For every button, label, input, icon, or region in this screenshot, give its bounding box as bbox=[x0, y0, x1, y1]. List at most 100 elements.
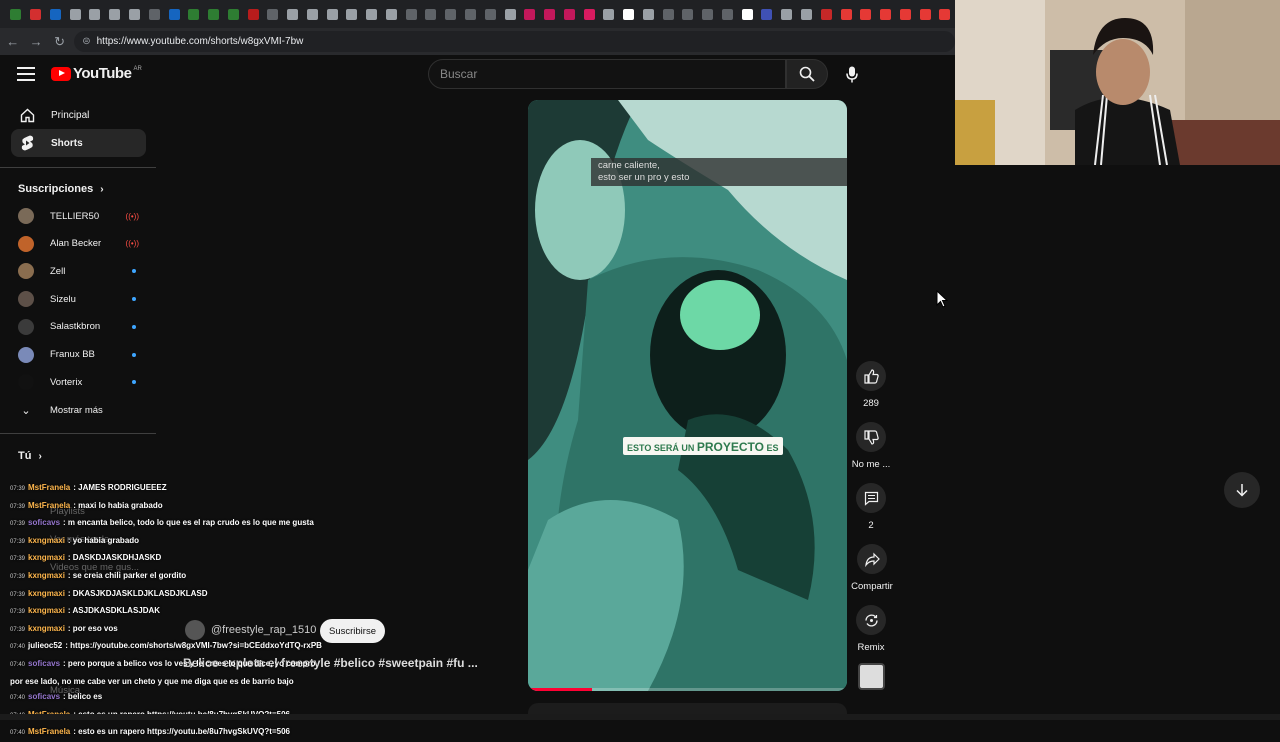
chat-time: 07:39 bbox=[10, 573, 26, 580]
browser-tab[interactable] bbox=[302, 0, 322, 28]
browser-tab[interactable] bbox=[6, 0, 26, 28]
tab-favicon-icon bbox=[623, 8, 635, 20]
forward-icon[interactable]: → bbox=[25, 34, 46, 49]
channel-avatar bbox=[18, 346, 34, 363]
browser-tab[interactable] bbox=[164, 0, 184, 28]
browser-tab[interactable] bbox=[362, 0, 382, 28]
browser-tab[interactable] bbox=[441, 0, 461, 28]
browser-tab[interactable] bbox=[599, 0, 619, 28]
browser-tab[interactable] bbox=[915, 0, 935, 28]
comments-button[interactable]: 2 bbox=[850, 483, 892, 531]
sidebar-subscription[interactable]: Alan Becker ((•)) bbox=[18, 233, 146, 255]
voice-search-button[interactable] bbox=[838, 59, 866, 89]
sidebar-subscription[interactable]: Salastkbron bbox=[18, 316, 146, 338]
browser-tab[interactable] bbox=[144, 0, 164, 28]
browser-tab[interactable] bbox=[382, 0, 402, 28]
browser-tab[interactable] bbox=[125, 0, 145, 28]
browser-tab[interactable] bbox=[757, 0, 777, 28]
browser-tab[interactable] bbox=[46, 0, 66, 28]
tab-favicon-icon bbox=[919, 8, 931, 20]
channel-avatar[interactable] bbox=[858, 663, 885, 690]
browser-tab[interactable] bbox=[480, 0, 500, 28]
chat-time: 07:39 bbox=[10, 591, 26, 598]
sidebar-subscription[interactable]: TELLIER50 ((•)) bbox=[18, 205, 146, 227]
browser-tab[interactable] bbox=[816, 0, 836, 28]
video-progress-bar[interactable] bbox=[528, 688, 847, 691]
chat-text: : JAMES RODRIGUEEEZ bbox=[73, 483, 167, 492]
show-more-button[interactable]: ⌄ Mostrar más bbox=[18, 399, 146, 421]
browser-tab[interactable] bbox=[520, 0, 540, 28]
browser-tab[interactable] bbox=[895, 0, 915, 28]
sidebar-subscription[interactable]: Sizelu bbox=[18, 288, 146, 310]
sidebar-subscription[interactable]: Vorterix bbox=[18, 371, 146, 393]
short-video-player[interactable]: carne caliente, esto ser un pro y esto E… bbox=[528, 100, 847, 691]
next-short-button[interactable] bbox=[1224, 472, 1260, 508]
browser-tab[interactable] bbox=[777, 0, 797, 28]
browser-tab[interactable] bbox=[342, 0, 362, 28]
video-caption-top: carne caliente, esto ser un pro y esto bbox=[591, 158, 847, 186]
chat-username: soficavs bbox=[28, 518, 61, 528]
like-button[interactable]: 289 bbox=[850, 361, 892, 409]
sidebar-subscription[interactable]: Zell bbox=[18, 260, 146, 282]
tab-favicon-icon bbox=[208, 8, 220, 20]
search-input[interactable]: Buscar bbox=[428, 59, 786, 89]
browser-tab[interactable] bbox=[401, 0, 421, 28]
browser-tab[interactable] bbox=[737, 0, 757, 28]
chat-text: : ASJDKASDKLASJDAK bbox=[67, 606, 161, 616]
browser-tab[interactable] bbox=[797, 0, 817, 28]
browser-tab[interactable] bbox=[619, 0, 639, 28]
remix-button[interactable]: Remix bbox=[850, 605, 892, 653]
share-button[interactable]: Compartir bbox=[846, 544, 898, 592]
browser-tab[interactable] bbox=[540, 0, 560, 28]
back-icon[interactable]: ← bbox=[2, 34, 23, 49]
tab-favicon-icon bbox=[721, 8, 733, 20]
subscription-name: Vorterix bbox=[50, 376, 83, 388]
browser-tab[interactable] bbox=[204, 0, 224, 28]
browser-tab[interactable] bbox=[658, 0, 678, 28]
url-text: https://www.youtube.com/shorts/w8gxVMI-7… bbox=[96, 36, 304, 47]
browser-tab[interactable] bbox=[500, 0, 520, 28]
browser-tab[interactable] bbox=[935, 0, 955, 28]
url-field[interactable]: ⊜ https://www.youtube.com/shorts/w8gxVMI… bbox=[74, 31, 955, 52]
browser-tab[interactable] bbox=[105, 0, 125, 28]
browser-tab[interactable] bbox=[283, 0, 303, 28]
browser-tab[interactable] bbox=[639, 0, 659, 28]
browser-tab[interactable] bbox=[698, 0, 718, 28]
progress-fill bbox=[528, 688, 592, 691]
chat-time: 07:39 bbox=[10, 626, 26, 633]
sidebar-subscription[interactable]: Franux BB bbox=[18, 344, 146, 366]
browser-tab[interactable] bbox=[718, 0, 738, 28]
dislike-button[interactable]: No me ... bbox=[850, 422, 892, 470]
browser-tab[interactable] bbox=[223, 0, 243, 28]
tab-favicon-icon bbox=[702, 8, 714, 20]
sidebar-item-principal[interactable]: Principal bbox=[11, 101, 146, 129]
subscriptions-header[interactable]: Suscripciones › bbox=[18, 183, 104, 195]
browser-tab[interactable] bbox=[461, 0, 481, 28]
browser-tab[interactable] bbox=[876, 0, 896, 28]
browser-tab[interactable] bbox=[856, 0, 876, 28]
site-info-icon[interactable]: ⊜ bbox=[82, 36, 90, 47]
browser-tab[interactable] bbox=[678, 0, 698, 28]
browser-tab[interactable] bbox=[263, 0, 283, 28]
browser-tab[interactable] bbox=[559, 0, 579, 28]
share-label: Compartir bbox=[851, 581, 893, 592]
browser-tab[interactable] bbox=[85, 0, 105, 28]
browser-tab[interactable] bbox=[243, 0, 263, 28]
youtube-logo[interactable]: YouTube AR bbox=[51, 65, 142, 82]
browser-tab[interactable] bbox=[184, 0, 204, 28]
sidebar-item-shorts[interactable]: Shorts bbox=[11, 129, 146, 157]
search-button[interactable] bbox=[786, 59, 828, 89]
sidebar-divider bbox=[0, 433, 156, 434]
browser-tab[interactable] bbox=[579, 0, 599, 28]
browser-tab[interactable] bbox=[65, 0, 85, 28]
menu-icon[interactable] bbox=[17, 67, 35, 81]
tab-favicon-icon bbox=[425, 8, 437, 20]
reload-icon[interactable]: ↻ bbox=[49, 34, 70, 50]
chat-text: : maxi lo habia grabado bbox=[73, 500, 163, 510]
you-header[interactable]: Tú › bbox=[18, 450, 42, 462]
tab-favicon-icon bbox=[109, 8, 121, 20]
browser-tab[interactable] bbox=[421, 0, 441, 28]
browser-tab[interactable] bbox=[322, 0, 342, 28]
browser-tab[interactable] bbox=[836, 0, 856, 28]
browser-tab[interactable] bbox=[26, 0, 46, 28]
